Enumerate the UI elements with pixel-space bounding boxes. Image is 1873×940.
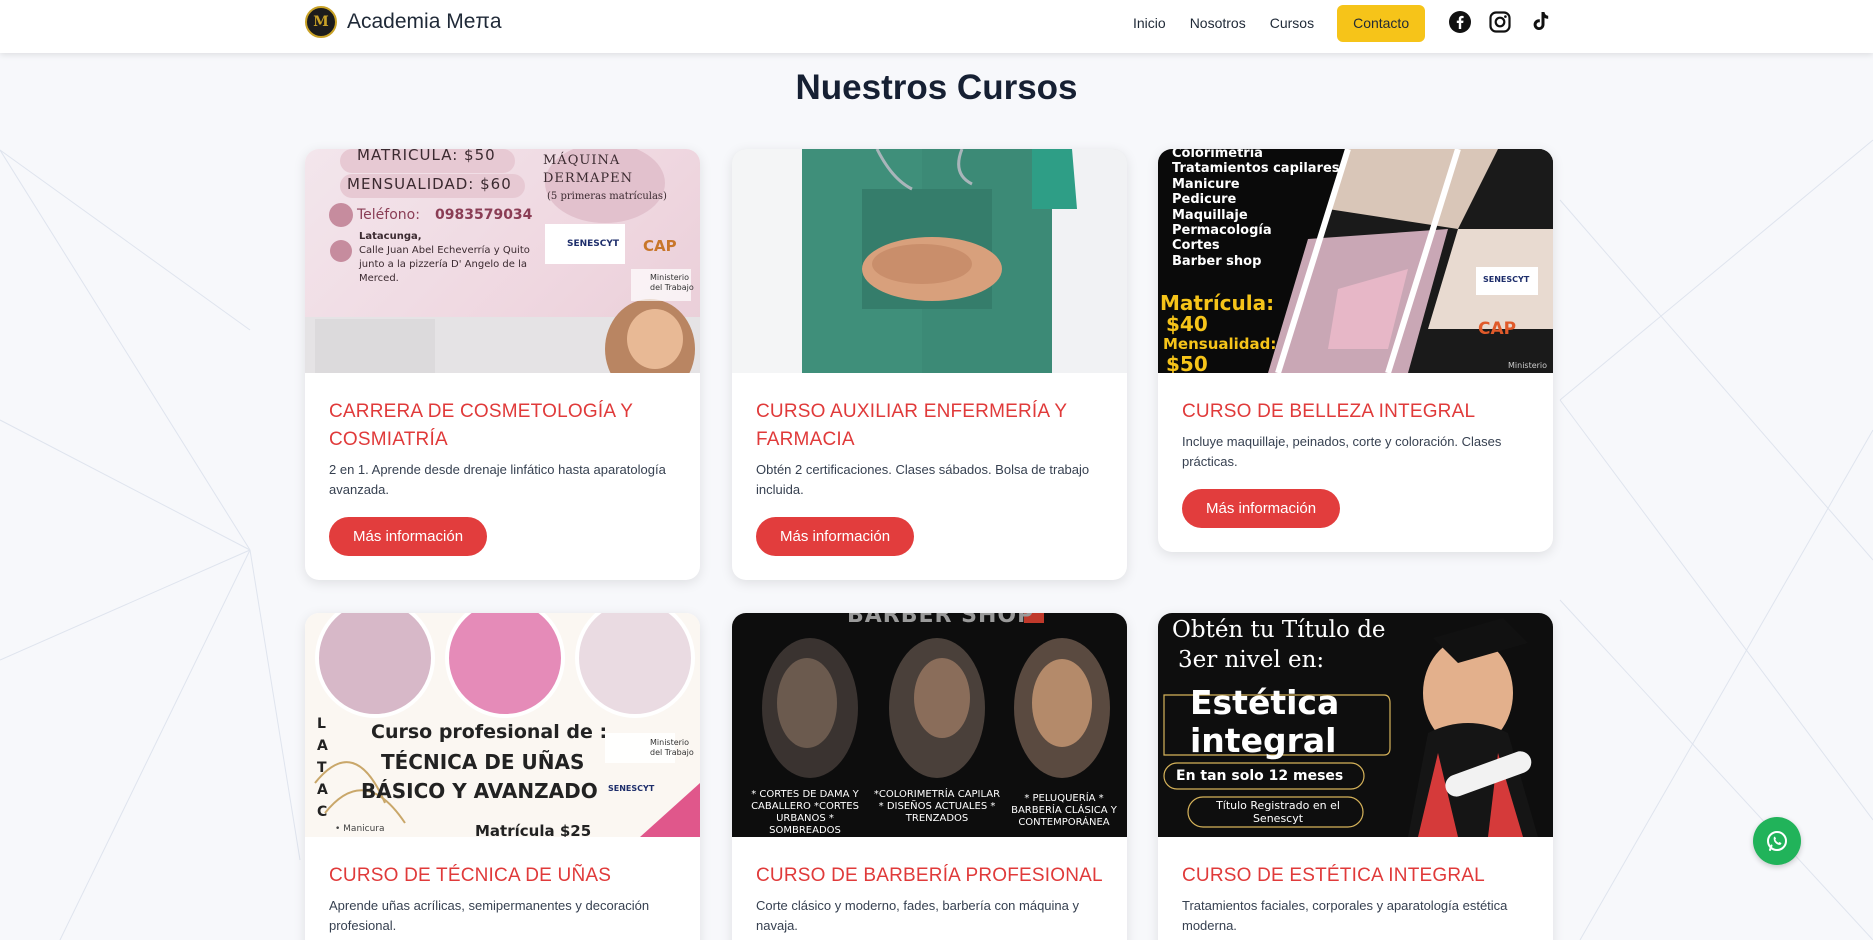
course-body: CURSO DE BELLEZA INTEGRAL Incluye maquil… [1158,373,1553,552]
course-body: CARRERA DE COSMETOLOGÍA Y COSMIATRÍA 2 e… [305,373,700,580]
image-heading-course: TÉCNICA DE UÑAS [381,750,585,774]
course-image: Curso profesional de : TÉCNICA DE UÑAS B… [305,613,700,837]
image-services-col1: * CORTES DE DAMA Y CABALLERO *CORTES URB… [751,789,859,836]
course-title: CURSO AUXILIAR ENFERMERÍA Y FARMACIA [756,401,1067,450]
course-card: CURSO AUXILIAR ENFERMERÍA Y FARMACIA Obt… [732,149,1127,580]
course-card: MATRICULA: $50 MENSUALIDAD: $60 MÁQUINA … [305,149,700,580]
image-price-enrollment-value: $40 [1166,312,1208,336]
image-list-item: Cortes [1172,238,1220,254]
image-heading-levels: BÁSICO Y AVANZADO [361,779,598,803]
course-description: 2 en 1. Aprende desde drenaje linfático … [329,462,666,497]
image-phone-label: Teléfono: [357,207,420,223]
image-tag: • Manicura [335,824,385,834]
course-card: Colorimetría Tratamientos capilares Mani… [1158,149,1553,552]
course-title: CURSO DE ESTÉTICA INTEGRAL [1182,865,1485,886]
course-description: Obtén 2 certificaciones. Clases sábados.… [756,462,1090,497]
course-title: CURSO DE BELLEZA INTEGRAL [1182,401,1476,422]
image-price-monthly: MENSUALIDAD: $60 [347,175,512,193]
image-logo-senescyt: SENESCYT [608,784,655,793]
image-services-col2: *COLORIMETRÍA CAPILAR * DISEÑOS ACTUALES… [873,789,1001,824]
image-logo-ministerio: Ministerio del Trabajo [650,273,694,292]
image-phone: 0983579034 [435,207,533,223]
image-heading-course: Estética [1190,683,1340,722]
image-list-item: Pedicure [1172,192,1237,208]
image-logo-cap: CAP [643,237,677,255]
course-description: Tratamientos faciales, corporales y apar… [1182,898,1508,933]
course-body: CURSO AUXILIAR ENFERMERÍA Y FARMACIA Obt… [732,373,1127,580]
course-description: Corte clásico y moderno, fades, barbería… [756,898,1080,933]
image-price-enrollment: MATRICULA: $50 [357,149,496,164]
facebook-icon[interactable] [1448,10,1472,34]
image-list-item: Colorimetría [1172,149,1263,161]
image-side-city: LATAC [317,716,328,820]
image-address-city: Latacunga, [359,231,422,242]
image-list-item: Barber shop [1172,253,1262,269]
image-logo-ministerio: Ministerio del Trabajo [650,738,694,757]
image-list-item: Permacología [1172,223,1272,239]
image-services-col3: * PELUQUERÍA * BARBERÍA CLÁSICA Y CONTEM… [1011,793,1117,828]
image-price-monthly-value: $50 [1166,352,1208,373]
image-logo-senescyt: SENESCYT [1483,275,1530,284]
image-address: Calle Juan Abel Echeverría y Quito junto… [359,245,530,284]
brand[interactable]: M Academia Meπa [305,6,502,38]
course-card: BARBER SHOP * CORTES DE DAMA Y CABALLERO… [732,613,1127,940]
image-heading: Curso profesional de : [371,721,608,743]
course-description: Incluye maquillaje, peinados, corte y co… [1182,434,1502,469]
image-price: Matrícula $25 [475,822,592,837]
more-info-button[interactable]: Más información [1182,489,1341,528]
image-service-list: Colorimetría Tratamientos capilares Mani… [1172,149,1340,269]
course-image: MATRICULA: $50 MENSUALIDAD: $60 MÁQUINA … [305,149,700,373]
image-heading: Obtén tu Título de [1172,617,1386,643]
image-list-item: Tratamientos capilares [1172,161,1340,177]
main-nav: Inicio Nosotros Cursos Contacto [1133,5,1450,42]
image-list-item: Maquillaje [1172,207,1248,223]
course-card: Obtén tu Título de 3er nivel en: Estétic… [1158,613,1553,940]
contact-button[interactable]: Contacto [1337,5,1426,42]
brand-name: Academia Meπa [347,10,502,33]
image-top-title: BARBER SHOP [847,613,1035,628]
whatsapp-button[interactable] [1753,817,1801,865]
course-body: CURSO DE TÉCNICA DE UÑAS Aprende uñas ac… [305,837,700,940]
image-logo-cap: CAP [1478,319,1517,339]
course-body: CURSO DE BARBERÍA PROFESIONAL Corte clás… [732,837,1127,940]
more-info-button[interactable]: Más información [756,517,915,556]
whatsapp-icon [1767,831,1787,851]
image-list-item: Manicure [1172,176,1240,192]
nav-nosotros[interactable]: Nosotros [1190,5,1246,42]
image-logo-senescyt: SENESCYT [567,239,620,249]
image-duration: En tan solo 12 meses [1176,768,1344,784]
course-title: CARRERA DE COSMETOLOGÍA Y COSMIATRÍA [329,401,633,450]
site-header: M Academia Meπa Inicio Nosotros Cursos C… [0,0,1873,53]
course-image: Obtén tu Título de 3er nivel en: Estétic… [1158,613,1553,837]
course-title: CURSO DE TÉCNICA DE UÑAS [329,865,612,886]
image-price-monthly-label: Mensualidad: [1163,335,1277,353]
image-logo-ministerio: Ministerio [1508,361,1548,370]
image-heading-level: 3er nivel en: [1178,647,1325,673]
course-description: Aprende uñas acrílicas, semipermanentes … [329,898,650,933]
instagram-icon[interactable] [1488,10,1512,34]
tiktok-icon[interactable] [1528,10,1552,34]
image-heading-course-2: integral [1190,721,1337,760]
more-info-button[interactable]: Más información [329,517,488,556]
image-machine: MÁQUINA DERMAPEN [543,153,634,186]
nav-inicio[interactable]: Inicio [1133,5,1166,42]
course-title: CURSO DE BARBERÍA PROFESIONAL [756,865,1103,886]
brand-logo: M [305,6,337,38]
course-body: CURSO DE ESTÉTICA INTEGRAL Tratamientos … [1158,837,1553,940]
image-machine-note: (5 primeras matrículas) [547,191,667,202]
section-title: Nuestros Cursos [795,68,1078,107]
social-links [1448,10,1552,34]
course-image: Colorimetría Tratamientos capilares Mani… [1158,149,1553,373]
nav-cursos[interactable]: Cursos [1270,5,1314,42]
course-card: Curso profesional de : TÉCNICA DE UÑAS B… [305,613,700,940]
course-image: BARBER SHOP * CORTES DE DAMA Y CABALLERO… [732,613,1127,837]
course-image [732,149,1127,373]
image-registered: Título Registrado en el Senescyt [1216,799,1340,825]
